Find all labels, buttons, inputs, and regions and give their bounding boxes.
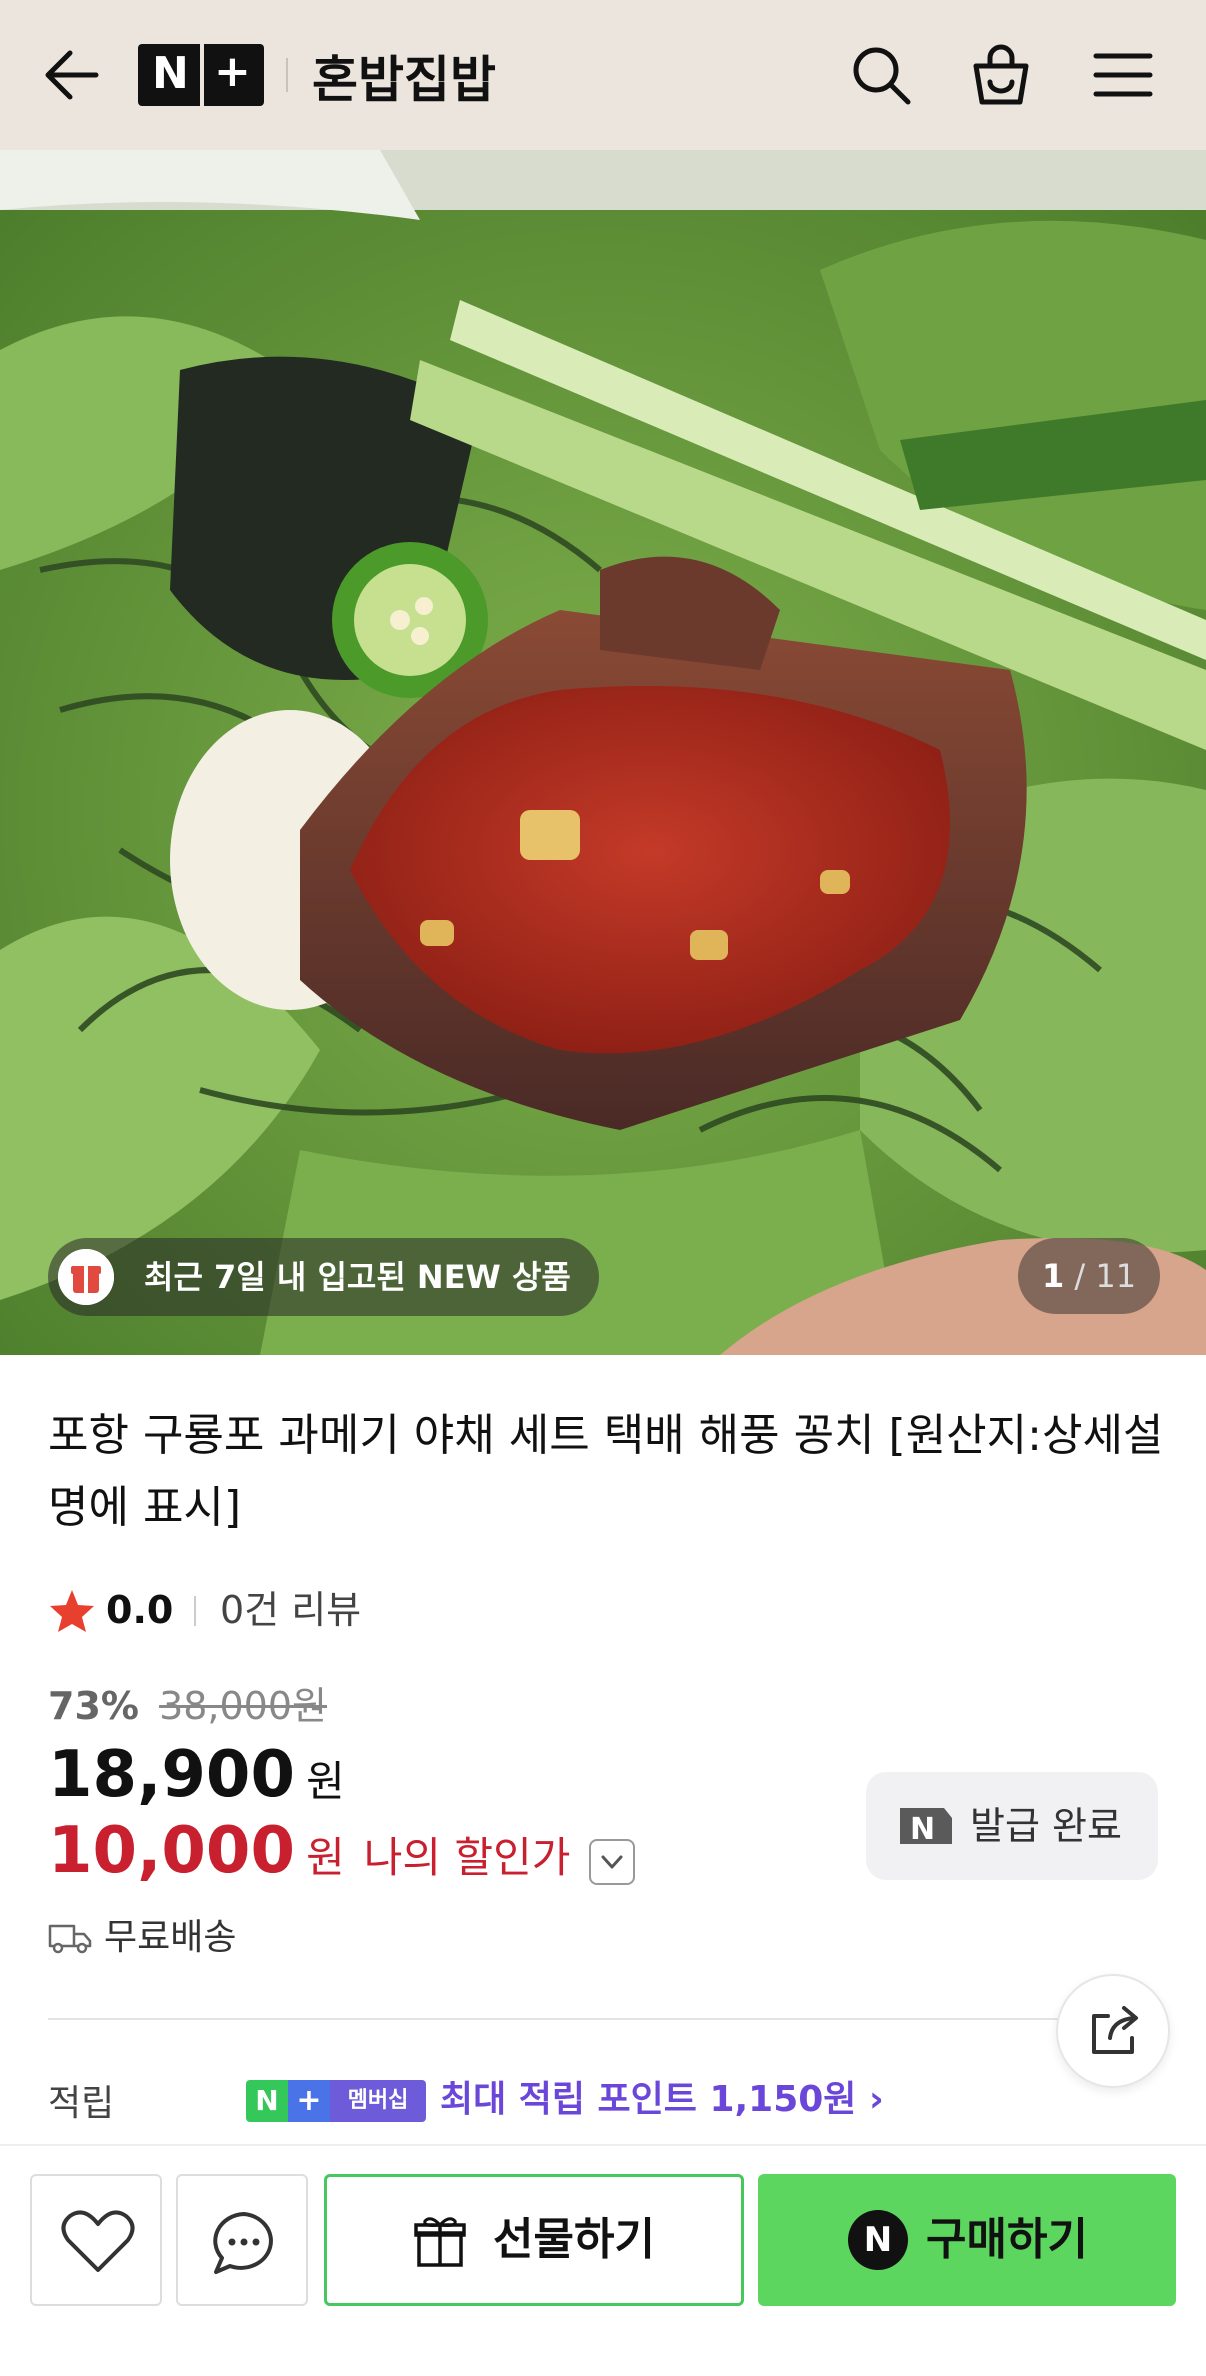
bottom-action-bar: 선물하기 N 구매하기 [0,2144,1206,2376]
gift-button[interactable]: 선물하기 [324,2174,744,2306]
image-counter: 1 / 11 [1018,1238,1160,1314]
chat-bubble-icon [213,2212,273,2274]
product-title: 포항 구룡포 과메기 야채 세트 택배 해풍 꽁치 [원산지:상세설명에 표시] [48,1410,1164,1533]
shipping-text: 무료배송 [104,1917,237,1958]
membership-badge: N + 멤버십 [246,2080,426,2122]
star-icon [50,1590,94,1632]
gift-box-icon [58,1249,114,1305]
naver-plus-logo[interactable]: N + [138,44,264,106]
my-price-label: 나의 할인가 [363,1833,571,1882]
section-divider [48,2018,1058,2020]
product-photo [0,150,1206,1355]
review-count-link[interactable]: 0건 리뷰 [220,1580,361,1640]
coupon-issued-button[interactable]: N 발급 완료 [866,1772,1158,1880]
expand-toggle[interactable] [589,1838,636,1885]
discount-rate: 73% [48,1684,139,1728]
price-row: 18,900 원 [48,1738,345,1812]
like-button[interactable] [30,2174,162,2306]
buy-button[interactable]: N 구매하기 [758,2174,1176,2306]
talk-talk-button[interactable] [176,2174,308,2306]
sale-price: 18,900 [48,1738,295,1812]
membership-label: 멤버십 [330,2080,426,2122]
original-price: 38,000원 [159,1684,327,1728]
shopping-bag-icon [973,44,1029,105]
product-image-carousel[interactable]: 최근 7일 내 입고된 NEW 상품 1 / 11 [0,150,1206,1355]
max-points-link[interactable]: 최대 적립 포인트 1,150원 › [440,2070,884,2130]
new-product-badge: 최근 7일 내 입고된 NEW 상품 [48,1238,599,1316]
buy-label: 구매하기 [926,2214,1088,2265]
my-discount-price-row[interactable]: 10,000 원 나의 할인가 [48,1814,636,1891]
search-icon [853,47,911,105]
chevron-down-icon [601,1855,623,1868]
share-button[interactable] [1056,1974,1170,2088]
naver-n-icon: N [900,1808,952,1846]
search-button[interactable] [848,42,914,108]
my-price-unit: 원 [306,1833,345,1882]
price-unit: 원 [306,1757,345,1806]
back-button[interactable] [40,45,104,105]
truck-icon [48,1924,92,1954]
top-header: N + 혼밥집밥 [0,0,1206,150]
hamburger-menu-icon [1093,53,1153,97]
rating-value: 0.0 [106,1588,174,1632]
counter-current: 1 [1041,1257,1065,1295]
my-discount-price: 10,000 [48,1814,295,1888]
counter-total: / 11 [1074,1257,1137,1295]
new-badge-text: 최근 7일 내 입고된 NEW 상품 [144,1258,571,1296]
arrow-left-icon [45,50,99,100]
points-label: 적립 [48,2083,115,2124]
discount-row: 73% 38,000원 [48,1680,327,1732]
membership-n: N [246,2080,288,2122]
gift-label: 선물하기 [493,2214,655,2265]
coupon-label: 발급 완료 [970,1804,1122,1848]
heart-icon [61,2210,135,2272]
svg-text:N: N [910,1812,935,1846]
menu-button[interactable] [1090,42,1156,108]
membership-plus: + [288,2080,330,2122]
share-icon [1092,2006,1138,2054]
rating-divider [194,1596,196,1626]
header-divider [286,58,288,92]
store-name[interactable]: 혼밥집밥 [312,40,496,112]
naver-pay-icon: N [848,2210,908,2270]
cart-button[interactable] [968,42,1034,108]
gift-icon [414,2217,466,2267]
